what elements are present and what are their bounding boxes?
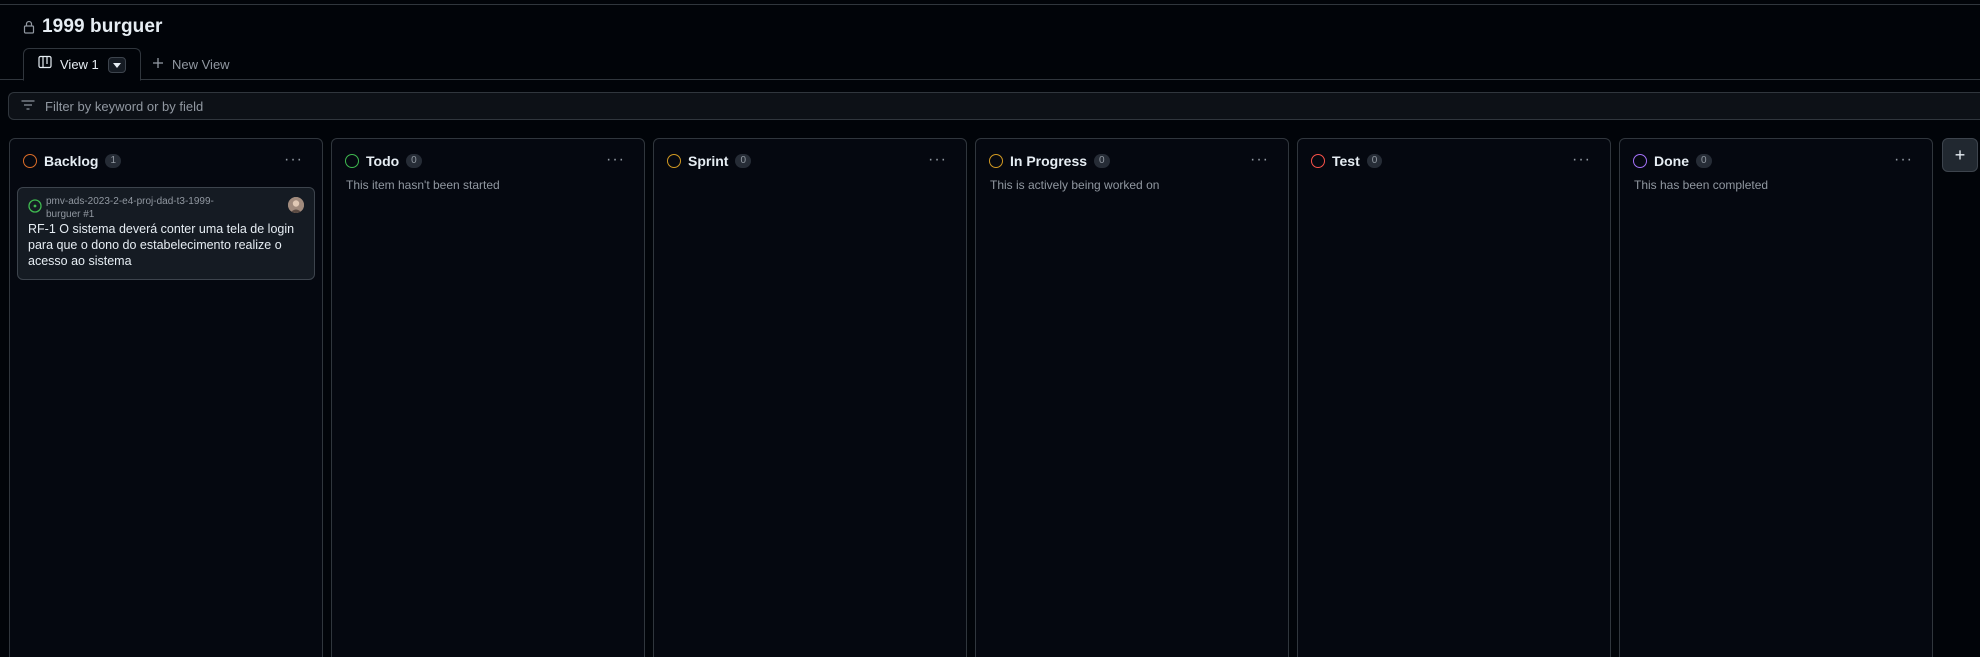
column-name: Sprint [688,153,729,169]
plus-icon [152,57,164,72]
column-count: 0 [1366,154,1383,168]
column-header: Done 0 ··· [1633,151,1919,169]
column-menu-button[interactable]: ··· [928,151,947,169]
status-circle-icon [345,154,359,168]
tab-label: View 1 [60,57,99,72]
column-header: Test 0 ··· [1311,151,1597,169]
column-name: Done [1654,153,1689,169]
column-sprint: Sprint 0 ··· [653,138,967,657]
project-header: 1999 burguer [23,16,163,38]
column-done: Done 0 ··· This has been completed [1619,138,1933,657]
avatar[interactable] [288,197,304,213]
column-count: 0 [406,154,422,168]
column-header: Backlog 1 ··· [23,151,309,169]
column-name: Todo [366,153,400,169]
tab-view-1[interactable]: View 1 [23,48,141,81]
top-divider [0,4,1980,5]
column-header: Todo 0 ··· [345,151,631,169]
column-menu-button[interactable]: ··· [1250,151,1269,169]
new-view-button[interactable]: New View [152,48,230,80]
column-in-progress: In Progress 0 ··· This is actively being… [975,138,1289,657]
column-name: Backlog [44,153,99,169]
board-icon [38,55,52,74]
column-header: Sprint 0 ··· [667,151,953,169]
project-title: 1999 burguer [42,16,163,37]
column-description: This item hasn't been started [346,178,500,192]
issue-opened-icon [28,199,42,213]
column-menu-button[interactable]: ··· [284,151,303,169]
column-name: In Progress [1010,153,1088,169]
view-tabs: View 1 New View [0,48,1980,81]
column-description: This is actively being worked on [990,178,1160,192]
filter-bar [8,92,1980,120]
status-circle-icon [667,154,681,168]
lock-icon [23,20,35,34]
add-column-button[interactable]: + [1942,138,1978,172]
card-title[interactable]: RF-1 O sistema deverá conter uma tela de… [28,221,308,269]
status-circle-icon [989,154,1003,168]
column-count: 0 [1696,154,1712,168]
status-circle-icon [1311,154,1325,168]
add-column-label: + [1954,144,1966,165]
column-menu-button[interactable]: ··· [606,151,625,169]
filter-input[interactable] [45,98,645,114]
column-test: Test 0 ··· [1297,138,1611,657]
card-repo-link[interactable]: pmv-ads-2023-2-e4-proj-dad-t3-1999-burgu… [46,195,246,221]
column-count: 0 [1094,154,1110,168]
column-backlog: Backlog 1 ··· pmv-ads-2023-2-e4-proj-dad… [9,138,323,657]
column-count: 0 [735,154,752,168]
issue-card[interactable]: pmv-ads-2023-2-e4-proj-dad-t3-1999-burgu… [17,187,315,280]
status-circle-icon [23,154,37,168]
column-menu-button[interactable]: ··· [1894,151,1913,169]
column-count: 1 [105,154,122,168]
column-name: Test [1332,153,1360,169]
filter-icon [21,97,35,115]
triangle-down-icon [113,62,121,68]
column-description: This has been completed [1634,178,1769,192]
new-view-label: New View [172,56,230,72]
column-todo: Todo 0 ··· This item hasn't been started [331,138,645,657]
status-circle-icon [1633,154,1647,168]
column-header: In Progress 0 ··· [989,151,1275,169]
column-menu-button[interactable]: ··· [1572,151,1591,169]
view-options-button[interactable] [108,57,126,73]
